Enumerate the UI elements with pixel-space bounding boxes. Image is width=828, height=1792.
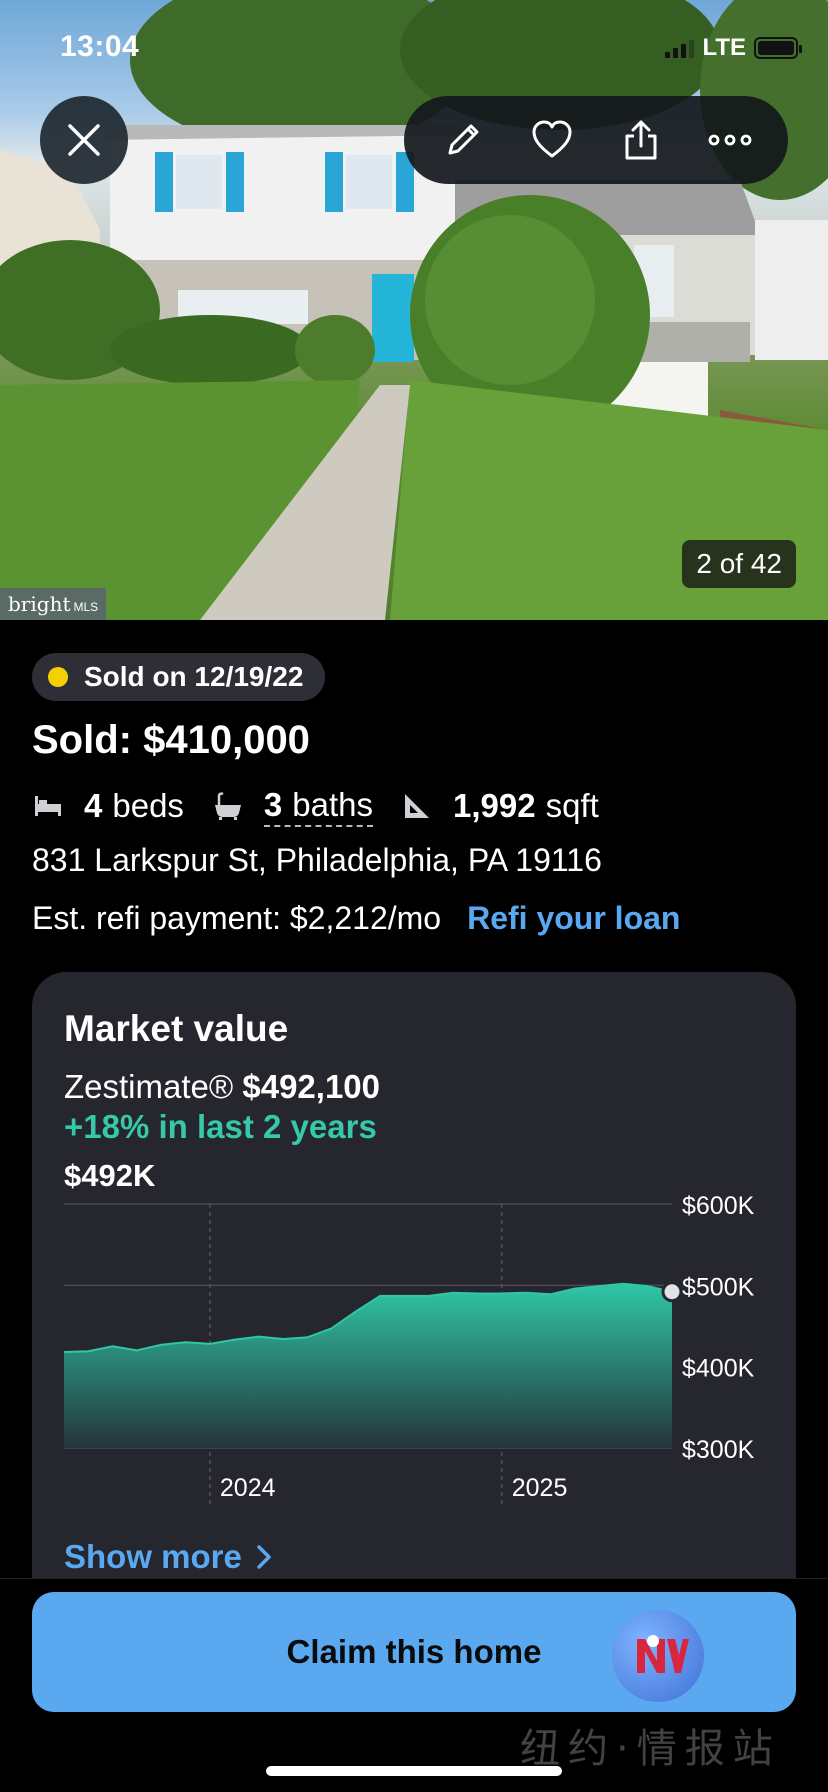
logo-icon bbox=[637, 1635, 689, 1673]
market-value-card: Market value Zestimate® $492,100 +18% in… bbox=[32, 972, 796, 1612]
chart-data-point bbox=[475, 1291, 479, 1295]
chart-data-point bbox=[573, 1287, 577, 1291]
chart-data-point bbox=[621, 1282, 625, 1286]
chart-data-point bbox=[208, 1342, 212, 1346]
bathtub-icon bbox=[214, 792, 241, 820]
y-tick-label: $400K bbox=[682, 1355, 755, 1383]
chart-data-point bbox=[305, 1335, 309, 1339]
chevron-right-icon bbox=[257, 1545, 271, 1569]
beds-fact: 4 beds bbox=[32, 787, 184, 825]
chart-data-point bbox=[597, 1284, 601, 1288]
chart-data-point bbox=[281, 1337, 285, 1341]
chart-data-point bbox=[524, 1291, 528, 1295]
chart-data-point bbox=[427, 1294, 431, 1298]
status-badge: Sold on 12/19/22 bbox=[32, 653, 326, 701]
claim-home-label: Claim this home bbox=[286, 1633, 542, 1670]
home-facts: 4 beds 3 baths 1,992 sqft bbox=[32, 782, 627, 830]
chart-data-point bbox=[135, 1348, 139, 1352]
refi-link[interactable]: Refi your loan bbox=[467, 900, 680, 937]
status-text: Sold on 12/19/22 bbox=[84, 661, 304, 692]
mls-source-tag: bright MLS bbox=[0, 588, 107, 620]
more-button[interactable] bbox=[698, 108, 762, 172]
edit-button[interactable] bbox=[431, 108, 495, 172]
baths-text[interactable]: 3 baths bbox=[263, 785, 374, 827]
chart-data-point bbox=[62, 1350, 66, 1354]
chart-data-point bbox=[378, 1294, 382, 1298]
baths-count: 3 bbox=[263, 785, 283, 823]
chart-data-point bbox=[451, 1291, 455, 1295]
x-tick-label: 2024 bbox=[220, 1474, 276, 1502]
bed-icon bbox=[35, 796, 61, 816]
sqft-label: sqft bbox=[545, 787, 599, 824]
mls-source-suffix: MLS bbox=[73, 600, 99, 614]
chart-data-point bbox=[646, 1284, 650, 1288]
watermark-text: 纽约·情报站 bbox=[520, 1726, 781, 1772]
listing-photo[interactable]: 13:04 LTE 2 of 42 bright MLS bbox=[0, 0, 828, 620]
y-tick-label: $600K bbox=[682, 1192, 755, 1220]
share-icon bbox=[625, 120, 656, 160]
chart-data-point bbox=[257, 1335, 261, 1339]
mls-source-name: bright bbox=[8, 592, 71, 616]
show-more-label: Show more bbox=[64, 1538, 242, 1575]
close-icon bbox=[68, 124, 100, 156]
more-icon bbox=[708, 134, 751, 146]
chart-area bbox=[64, 1283, 672, 1448]
beds-count: 4 bbox=[84, 787, 103, 824]
y-tick-label: $500K bbox=[682, 1273, 755, 1301]
status-dot bbox=[48, 667, 68, 687]
chart-data-point bbox=[548, 1292, 552, 1296]
sqft-count: 1,992 bbox=[453, 787, 536, 824]
photo-counter: 2 of 42 bbox=[682, 540, 796, 588]
close-button[interactable] bbox=[40, 96, 128, 184]
chart-data-point bbox=[330, 1326, 334, 1330]
baths-fact[interactable]: 3 baths bbox=[212, 785, 374, 827]
status-indicators: LTE bbox=[665, 34, 802, 62]
refi-payment: Est. refi payment: $2,212/mo bbox=[32, 900, 442, 936]
chart-data-point bbox=[402, 1294, 406, 1298]
ruler-icon bbox=[405, 794, 430, 818]
edit-icon bbox=[448, 124, 478, 155]
beds-label: beds bbox=[112, 787, 184, 824]
chart-current-point[interactable] bbox=[661, 1281, 683, 1303]
address: 831 Larkspur St, Philadelphia, PA 19116 bbox=[32, 842, 602, 878]
photo-actions bbox=[404, 96, 788, 184]
home-indicator[interactable] bbox=[266, 1766, 562, 1776]
share-button[interactable] bbox=[609, 108, 673, 172]
chart-data-point bbox=[354, 1309, 358, 1313]
heart-icon bbox=[532, 120, 571, 158]
chart-data-point bbox=[500, 1291, 504, 1295]
signal-icon bbox=[665, 38, 695, 58]
chart-data-point bbox=[86, 1349, 90, 1353]
status-time: 13:04 bbox=[60, 30, 140, 63]
baths-label: baths bbox=[292, 785, 374, 823]
x-tick-label: 2025 bbox=[512, 1474, 568, 1502]
sold-price: Sold: $410,000 bbox=[32, 718, 310, 762]
zestimate-chart[interactable]: $600K $500K $400K $300K 2024 2025 bbox=[32, 972, 796, 1512]
network-type: LTE bbox=[702, 34, 746, 61]
sqft-fact: 1,992 sqft bbox=[401, 787, 599, 825]
y-tick-label: $300K bbox=[682, 1436, 755, 1464]
chart-data-point bbox=[159, 1343, 163, 1347]
save-home-button[interactable] bbox=[520, 108, 584, 172]
chart-data-point bbox=[111, 1344, 115, 1348]
chart-data-point bbox=[184, 1340, 188, 1344]
refi-row: Est. refi payment: $2,212/mo Refi your l… bbox=[32, 900, 680, 937]
watermark-logo bbox=[612, 1610, 704, 1702]
show-more-link[interactable]: Show more bbox=[64, 1538, 272, 1576]
chart-data-point bbox=[232, 1338, 236, 1342]
house-photo-illustration bbox=[0, 0, 828, 620]
battery-icon bbox=[754, 37, 802, 59]
